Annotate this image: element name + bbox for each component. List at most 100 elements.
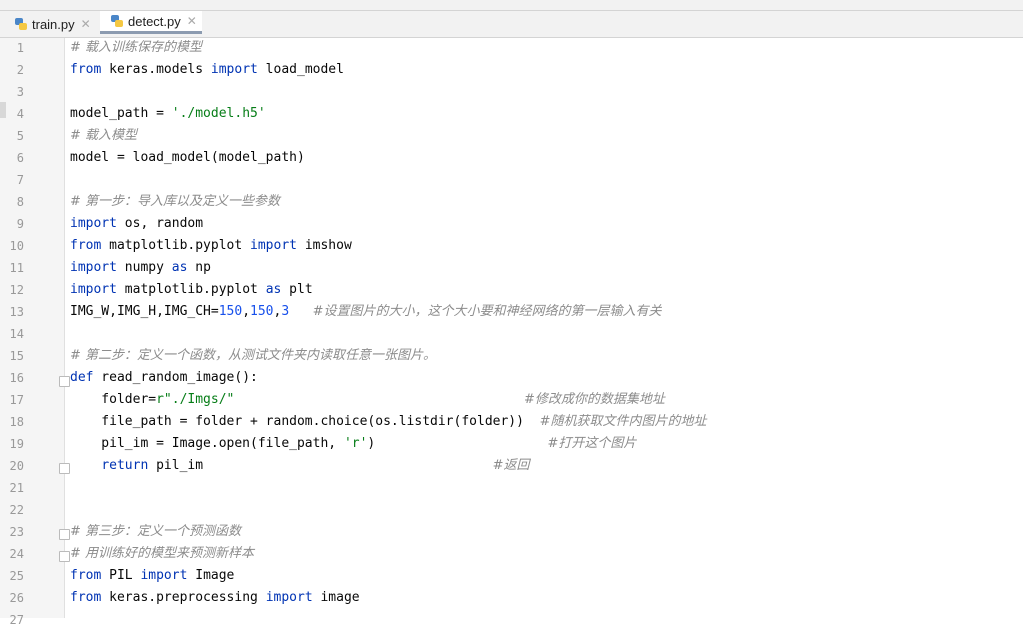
line-number: 14	[9, 327, 24, 341]
code-text: # 第二步：定义一个函数，从测试文件夹内读取任意一张图片。	[70, 345, 436, 367]
code-text: file_path = folder + random.choice(os.li…	[70, 411, 706, 433]
fold-icon[interactable]	[59, 376, 70, 387]
line-number: 4	[16, 107, 24, 121]
code-line[interactable]: 9 import os, random	[0, 213, 1023, 235]
keyword-token: from	[70, 590, 102, 605]
code-token: matplotlib.pyplot	[116, 282, 266, 297]
line-number: 19	[9, 437, 24, 451]
code-token: folder=	[70, 392, 157, 407]
code-text: # 第三步：定义一个预测函数	[70, 521, 241, 543]
line-number: 11	[9, 261, 24, 275]
keyword-token: from	[70, 568, 102, 583]
code-line[interactable]: 20 return pil_im #返回	[0, 455, 1023, 477]
editor-tab-bar: train.py ✕ detect.py ✕	[0, 11, 1023, 38]
tab-train-py[interactable]: train.py ✕	[14, 11, 96, 37]
code-line[interactable]: 23 # 第三步：定义一个预测函数	[0, 521, 1023, 543]
code-token: file_path = folder + random.choice(os.li…	[70, 414, 540, 429]
code-text: import numpy as np	[70, 257, 211, 279]
comment-token: # 用训练好的模型来预测新样本	[70, 546, 255, 561]
comment-token: # 第三步：定义一个预测函数	[70, 524, 242, 539]
line-number: 27	[9, 613, 24, 627]
code-line[interactable]: 19 pil_im = Image.open(file_path, 'r') #…	[0, 433, 1023, 455]
keyword-token: import	[140, 568, 188, 583]
line-number: 9	[16, 217, 24, 231]
fold-icon[interactable]	[59, 529, 70, 540]
keyword-token: as	[171, 260, 188, 275]
line-number: 25	[9, 569, 24, 583]
code-text: def read_random_image():	[70, 367, 258, 389]
code-token: np	[187, 260, 211, 275]
code-line[interactable]: 13 IMG_W,IMG_H,IMG_CH=150,150,3 #设置图片的大小，…	[0, 301, 1023, 323]
code-text: # 载入训练保存的模型	[70, 37, 202, 59]
keyword-token: import	[70, 282, 117, 297]
code-line[interactable]: 25 from PIL import Image	[0, 565, 1023, 587]
code-token: matplotlib.pyplot	[101, 238, 251, 253]
code-token: IMG_W,IMG_H,IMG_CH=	[70, 304, 219, 319]
code-text: # 载入模型	[70, 125, 137, 147]
line-number: 7	[16, 173, 24, 187]
code-line[interactable]: 21	[0, 477, 1023, 499]
keyword-token: import	[250, 238, 297, 253]
line-number: 2	[16, 63, 24, 77]
code-text: # 第一步：导入库以及定义一些参数	[70, 191, 280, 213]
line-number: 8	[16, 195, 24, 209]
tab-detect-py[interactable]: detect.py ✕	[100, 11, 202, 34]
code-line[interactable]: 10 from matplotlib.pyplot import imshow	[0, 235, 1023, 257]
code-line[interactable]: 16 def read_random_image():	[0, 367, 1023, 389]
line-number: 15	[9, 349, 24, 363]
code-text: # 用训练好的模型来预测新样本	[70, 543, 254, 565]
line-number: 3	[16, 85, 24, 99]
comment-token: # 载入模型	[70, 128, 138, 143]
fold-icon[interactable]	[59, 551, 70, 562]
line-number: 1	[16, 41, 24, 55]
comment-token: #设置图片的大小，这个大小要和神经网络的第一层输入有关	[312, 304, 662, 319]
code-text: model = load_model(model_path)	[70, 147, 305, 169]
keyword-token: def	[70, 370, 94, 385]
number-token: 150	[250, 304, 274, 319]
code-line[interactable]: 17 folder=r"./Imgs/" #修改成你的数据集地址	[0, 389, 1023, 411]
code-token: pil_im	[148, 458, 493, 473]
code-token: image	[312, 590, 360, 605]
fold-icon[interactable]	[59, 463, 70, 474]
code-line[interactable]: 26 from keras.preprocessing import image	[0, 587, 1023, 609]
code-token: numpy	[116, 260, 172, 275]
tab-label: detect.py	[128, 13, 181, 29]
line-number: 12	[9, 283, 24, 297]
code-token: keras.preprocessing	[101, 590, 266, 605]
keyword-token: from	[70, 62, 102, 77]
code-line[interactable]: 2 from keras.models import load_model	[0, 59, 1023, 81]
code-line[interactable]: 12 import matplotlib.pyplot as plt	[0, 279, 1023, 301]
string-token: './model.h5'	[171, 106, 266, 121]
code-line[interactable]: 1 # 载入训练保存的模型	[0, 37, 1023, 59]
code-line[interactable]: 5 # 载入模型	[0, 125, 1023, 147]
line-number: 26	[9, 591, 24, 605]
line-number: 10	[9, 239, 24, 253]
close-icon[interactable]: ✕	[187, 14, 197, 28]
code-line[interactable]: 14	[0, 323, 1023, 345]
code-token: Image	[187, 568, 235, 583]
code-line[interactable]: 11 import numpy as np	[0, 257, 1023, 279]
code-line[interactable]: 15 # 第二步：定义一个函数，从测试文件夹内读取任意一张图片。	[0, 345, 1023, 367]
code-line[interactable]: 4 model_path = './model.h5'	[0, 103, 1023, 125]
code-line[interactable]: 3	[0, 81, 1023, 103]
close-icon[interactable]: ✕	[81, 17, 91, 31]
code-text: IMG_W,IMG_H,IMG_CH=150,150,3 #设置图片的大小，这个…	[70, 301, 662, 323]
code-line[interactable]: 6 model = load_model(model_path)	[0, 147, 1023, 169]
line-number: 22	[9, 503, 24, 517]
code-text: return pil_im #返回	[70, 455, 529, 477]
line-number: 23	[9, 525, 24, 539]
code-token: os, random	[116, 216, 204, 231]
code-line[interactable]: 24 # 用训练好的模型来预测新样本	[0, 543, 1023, 565]
code-line[interactable]: 18 file_path = folder + random.choice(os…	[0, 411, 1023, 433]
code-token: pil_im = Image.open(file_path,	[70, 436, 344, 451]
code-text: pil_im = Image.open(file_path, 'r') #打开这…	[70, 433, 636, 455]
comment-token: #修改成你的数据集地址	[523, 392, 665, 407]
keyword-token: import	[210, 62, 258, 77]
code-line[interactable]: 22	[0, 499, 1023, 521]
code-line[interactable]: 27	[0, 609, 1023, 631]
code-line[interactable]: 7	[0, 169, 1023, 191]
comment-token: # 第二步：定义一个函数，从测试文件夹内读取任意一张图片。	[70, 348, 437, 363]
title-bar	[0, 0, 1023, 11]
code-line[interactable]: 8 # 第一步：导入库以及定义一些参数	[0, 191, 1023, 213]
